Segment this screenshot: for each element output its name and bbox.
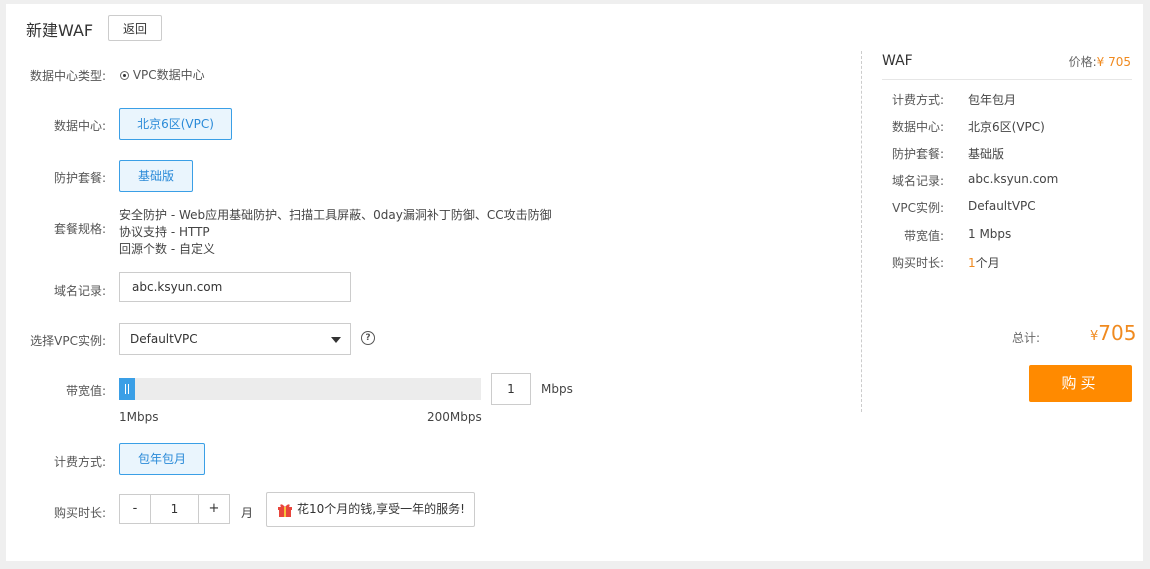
grip-line-icon bbox=[128, 384, 129, 394]
page-title: 新建WAF bbox=[26, 21, 94, 40]
promo-button[interactable]: 花10个月的钱,享受一年的服务! bbox=[266, 492, 475, 527]
summary-dc-value: 北京6区(VPC) bbox=[968, 120, 1045, 134]
summary-title: WAF bbox=[882, 53, 913, 69]
summary-bandwidth-value: 1 Mbps bbox=[968, 227, 1012, 241]
summary-domain-label: 域名记录: bbox=[891, 174, 944, 188]
summary-package-label: 防护套餐: bbox=[891, 147, 944, 161]
package-option-basic[interactable]: 基础版 bbox=[119, 160, 193, 192]
bandwidth-max-label: 200Mbps bbox=[427, 410, 482, 424]
spec-line-protocol: 协议支持 - HTTP bbox=[119, 225, 210, 239]
summary-billing-value: 包年包月 bbox=[968, 93, 1017, 107]
summary-price-value: ¥ 705 bbox=[1096, 55, 1131, 69]
vpc-selected-value: DefaultVPC bbox=[130, 332, 198, 346]
radio-selected-icon bbox=[120, 71, 129, 80]
summary-bandwidth-label: 带宽值: bbox=[903, 229, 944, 243]
duration-increment-button[interactable]: + bbox=[198, 494, 230, 524]
package-label: 防护套餐: bbox=[53, 171, 106, 185]
summary-price: 价格:¥ 705 bbox=[1069, 53, 1131, 70]
dc-type-radio-vpc[interactable]: VPC数据中心 bbox=[120, 66, 205, 83]
vpc-label: 选择VPC实例: bbox=[30, 334, 106, 348]
total-value: 705 bbox=[1098, 321, 1137, 345]
vpc-select[interactable]: DefaultVPC bbox=[119, 323, 351, 355]
promo-text: 花10个月的钱,享受一年的服务! bbox=[297, 502, 465, 516]
duration-decrement-button[interactable]: - bbox=[119, 494, 151, 524]
bandwidth-slider-handle[interactable] bbox=[119, 378, 135, 400]
section-divider bbox=[861, 51, 862, 412]
summary-divider bbox=[882, 79, 1132, 80]
summary-duration-unit: 个月 bbox=[975, 256, 1000, 270]
dc-type-label: 数据中心类型: bbox=[29, 69, 106, 83]
bandwidth-slider-track[interactable] bbox=[119, 378, 481, 400]
summary-vpc-label: VPC实例: bbox=[892, 201, 944, 215]
bandwidth-input[interactable] bbox=[491, 373, 531, 405]
billing-label: 计费方式: bbox=[53, 455, 106, 469]
billing-option-monthly[interactable]: 包年包月 bbox=[119, 443, 205, 475]
summary-domain-value: abc.ksyun.com bbox=[968, 172, 1059, 186]
duration-label: 购买时长: bbox=[53, 506, 106, 520]
grip-line-icon bbox=[125, 384, 126, 394]
bandwidth-unit: Mbps bbox=[541, 382, 573, 396]
summary-duration-value: 1个月 bbox=[968, 254, 1000, 271]
domain-input[interactable] bbox=[119, 272, 351, 302]
gift-icon bbox=[278, 504, 292, 517]
domain-label: 域名记录: bbox=[53, 284, 106, 298]
duration-unit: 月 bbox=[241, 506, 254, 520]
summary-vpc-value: DefaultVPC bbox=[968, 199, 1036, 213]
dc-type-option-label: VPC数据中心 bbox=[132, 68, 205, 82]
spec-line-security: 安全防护 - Web应用基础防护、扫描工具屏蔽、0day漏洞补丁防御、CC攻击防… bbox=[119, 208, 552, 222]
dc-label: 数据中心: bbox=[53, 119, 106, 133]
help-icon[interactable]: ? bbox=[361, 331, 375, 345]
summary-billing-label: 计费方式: bbox=[891, 93, 944, 107]
spec-label: 套餐规格: bbox=[53, 222, 106, 236]
summary-dc-label: 数据中心: bbox=[891, 120, 944, 134]
summary-duration-number: 1 bbox=[968, 256, 976, 270]
duration-input[interactable] bbox=[150, 494, 199, 524]
summary-price-label: 价格: bbox=[1068, 55, 1097, 69]
main-panel: 新建WAF 返回 数据中心类型: VPC数据中心 数据中心: 北京6区(VPC)… bbox=[6, 4, 1143, 561]
chevron-down-icon bbox=[331, 337, 341, 343]
summary-package-value: 基础版 bbox=[968, 147, 1005, 161]
spec-description: 安全防护 - Web应用基础防护、扫描工具屏蔽、0day漏洞补丁防御、CC攻击防… bbox=[119, 207, 552, 258]
bandwidth-label: 带宽值: bbox=[65, 384, 106, 398]
total-price: ¥705 bbox=[1090, 321, 1136, 345]
spec-line-origin: 回源个数 - 自定义 bbox=[119, 242, 215, 256]
summary-duration-label: 购买时长: bbox=[891, 256, 944, 270]
back-button[interactable]: 返回 bbox=[108, 15, 162, 41]
total-label: 总计: bbox=[1012, 331, 1041, 345]
bandwidth-min-label: 1Mbps bbox=[119, 410, 159, 424]
dc-option-beijing6[interactable]: 北京6区(VPC) bbox=[119, 108, 232, 140]
buy-button[interactable]: 购买 bbox=[1029, 365, 1132, 402]
